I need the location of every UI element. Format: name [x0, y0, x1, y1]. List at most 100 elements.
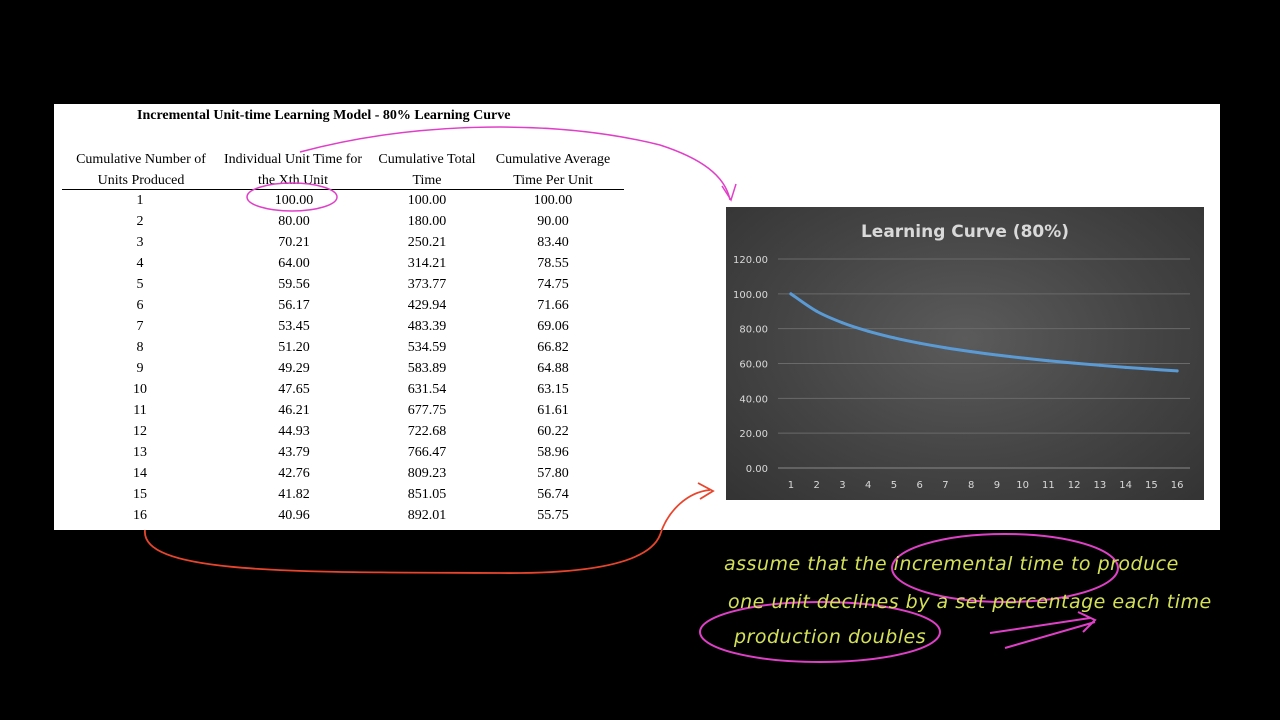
cell-units: 2 [136, 214, 144, 229]
cell-unit-time: 46.21 [278, 403, 310, 418]
cell-unit-time: 70.21 [278, 235, 310, 250]
cell-average-time: 56.74 [537, 487, 569, 502]
cell-average-time: 61.61 [537, 403, 569, 418]
table-row: 15 41.82 851.05 56.74 [62, 484, 624, 505]
data-point [1149, 367, 1153, 371]
cell-units: 4 [136, 256, 144, 271]
x-tick-label: 15 [1145, 480, 1158, 491]
cell-units: 5 [136, 277, 144, 292]
cell-average-time: 78.55 [537, 256, 569, 271]
data-point [943, 346, 947, 350]
cell-units: 8 [136, 340, 144, 355]
data-point [789, 292, 793, 296]
cell-total-time: 809.23 [407, 466, 447, 481]
y-tick-label: 80.00 [739, 325, 768, 336]
x-tick-label: 10 [1016, 480, 1029, 491]
annotation-text-line-1: assume that the incremental time to prod… [724, 553, 1179, 575]
cell-units: 15 [133, 487, 147, 502]
cell-average-time: 74.75 [537, 277, 569, 292]
x-tick-label: 11 [1042, 480, 1055, 491]
y-tick-label: 20.00 [739, 429, 768, 440]
y-tick-label: 0.00 [746, 464, 768, 475]
header-total-time: Cumulative Total Time [371, 149, 483, 191]
cell-unit-time: 43.79 [278, 445, 310, 460]
table-row: 16 40.96 892.01 55.75 [62, 505, 624, 526]
table-row: 11 46.21 677.75 61.61 [62, 400, 624, 421]
y-tick-label: 120.00 [733, 255, 768, 266]
x-tick-label: 4 [865, 480, 871, 491]
table-row: 10 47.65 631.54 63.15 [62, 379, 624, 400]
cell-unit-time: 40.96 [278, 508, 310, 523]
chart-title: Learning Curve (80%) [861, 222, 1069, 242]
table-row: 9 49.29 583.89 64.88 [62, 358, 624, 379]
cell-average-time: 90.00 [537, 214, 569, 229]
cell-unit-time: 64.00 [278, 256, 310, 271]
cell-units: 12 [133, 424, 147, 439]
data-point [815, 309, 819, 313]
x-tick-label: 14 [1119, 480, 1132, 491]
cell-average-time: 58.96 [537, 445, 569, 460]
table-row: 3 70.21 250.21 83.40 [62, 232, 624, 253]
table-row: 7 53.45 483.39 69.06 [62, 316, 624, 337]
cell-units: 14 [133, 466, 147, 481]
table-row: 12 44.93 722.68 60.22 [62, 421, 624, 442]
cell-unit-time: 51.20 [278, 340, 310, 355]
table-row: 1 100.00 100.00 100.00 [62, 190, 624, 211]
x-tick-label: 16 [1171, 480, 1184, 491]
y-tick-label: 100.00 [733, 290, 768, 301]
annotation-text-line-3: production doubles [734, 626, 927, 648]
data-point [1175, 369, 1179, 373]
cell-total-time: 631.54 [407, 382, 447, 397]
header-unit-time: Individual Unit Time for the Xth Unit [218, 149, 368, 191]
x-tick-label: 1 [788, 480, 794, 491]
cell-unit-time: 49.29 [278, 361, 310, 376]
cell-total-time: 583.89 [407, 361, 447, 376]
header-line: Cumulative Number of [76, 152, 206, 167]
header-line: Cumulative Average [495, 152, 611, 167]
cell-total-time: 483.39 [407, 319, 447, 334]
data-point [1046, 359, 1050, 363]
header-average-time: Cumulative Average Time Per Unit [486, 149, 620, 191]
cell-average-time: 55.75 [537, 508, 569, 523]
cell-average-time: 60.22 [537, 424, 569, 439]
cell-units: 10 [133, 382, 147, 397]
header-line: Units Produced [97, 173, 185, 188]
cell-units: 6 [136, 298, 144, 313]
x-tick-label: 9 [994, 480, 1000, 491]
cell-total-time: 250.21 [407, 235, 447, 250]
cell-average-time: 66.82 [537, 340, 569, 355]
cell-unit-time: 53.45 [278, 319, 310, 334]
cell-total-time: 677.75 [407, 403, 447, 418]
x-tick-label: 2 [813, 480, 819, 491]
cell-units: 1 [136, 193, 144, 208]
data-point [1072, 361, 1076, 365]
cell-total-time: 722.68 [407, 424, 447, 439]
data-point [866, 329, 870, 333]
data-point [1021, 356, 1025, 360]
cell-units: 7 [136, 319, 144, 334]
x-tick-label: 12 [1068, 480, 1081, 491]
data-point [1098, 363, 1102, 367]
x-tick-label: 3 [839, 480, 845, 491]
table-row: 8 51.20 534.59 66.82 [62, 337, 624, 358]
x-tick-label: 6 [916, 480, 922, 491]
cell-unit-time: 41.82 [278, 487, 310, 502]
series-line [789, 292, 1179, 373]
cell-unit-time: 42.76 [278, 466, 310, 481]
table-row: 5 59.56 373.77 74.75 [62, 274, 624, 295]
x-tick-label: 5 [891, 480, 897, 491]
table-row: 6 56.17 429.94 71.66 [62, 295, 624, 316]
data-point [995, 353, 999, 357]
cell-average-time: 64.88 [537, 361, 569, 376]
cell-total-time: 766.47 [407, 445, 447, 460]
cell-average-time: 71.66 [537, 298, 569, 313]
header-line: Time [412, 173, 442, 188]
table-row: 4 64.00 314.21 78.55 [62, 253, 624, 274]
cell-unit-time: 56.17 [278, 298, 310, 313]
header-line: Time Per Unit [513, 173, 593, 188]
cell-average-time: 69.06 [537, 319, 569, 334]
header-cumulative-units: Cumulative Number of Units Produced [66, 149, 216, 191]
cell-units: 3 [136, 235, 144, 250]
pink-arrow-lines [989, 611, 1097, 649]
cell-units: 13 [133, 445, 147, 460]
